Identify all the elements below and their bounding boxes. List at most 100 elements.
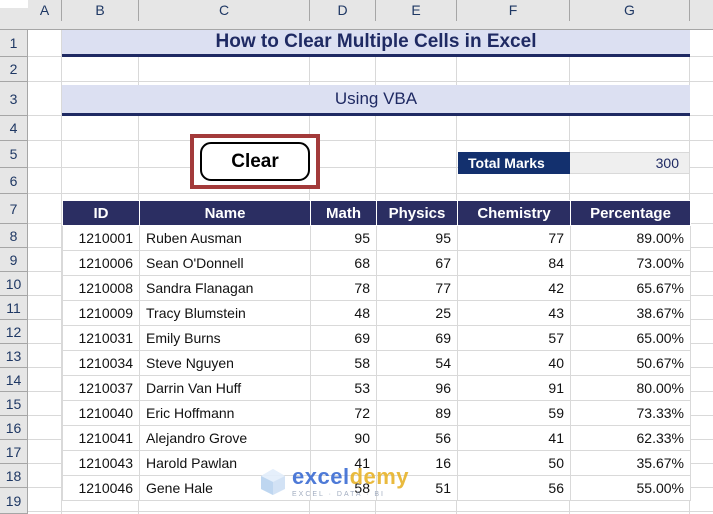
- cell-id[interactable]: 1210009: [62, 300, 140, 326]
- cell-name[interactable]: Tracy Blumstein: [139, 300, 311, 326]
- cell-physics[interactable]: 56: [376, 425, 458, 451]
- cell-name[interactable]: Alejandro Grove: [139, 425, 311, 451]
- cell-physics[interactable]: 54: [376, 350, 458, 376]
- cell-percentage[interactable]: 50.67%: [570, 350, 691, 376]
- row-header-18[interactable]: 18: [0, 464, 28, 488]
- column-header-id[interactable]: ID: [62, 200, 140, 226]
- cell-math[interactable]: 58: [310, 475, 377, 501]
- cell-physics[interactable]: 67: [376, 250, 458, 276]
- cell-name[interactable]: Steve Nguyen: [139, 350, 311, 376]
- row-header-2[interactable]: 2: [0, 57, 28, 82]
- cell-physics[interactable]: 77: [376, 275, 458, 301]
- cell-chemistry[interactable]: 40: [457, 350, 571, 376]
- cell-chemistry[interactable]: 56: [457, 475, 571, 501]
- table-row[interactable]: 1210009 Tracy Blumstein 48 25 43 38.67%: [62, 300, 691, 326]
- cell-name[interactable]: Emily Burns: [139, 325, 311, 351]
- cell-name[interactable]: Ruben Ausman: [139, 225, 311, 251]
- cell-physics[interactable]: 51: [376, 475, 458, 501]
- cell-physics[interactable]: 96: [376, 375, 458, 401]
- cell-math[interactable]: 95: [310, 225, 377, 251]
- cell-name[interactable]: Gene Hale: [139, 475, 311, 501]
- cell-id[interactable]: 1210006: [62, 250, 140, 276]
- row-header-11[interactable]: 11: [0, 296, 28, 320]
- cell-physics[interactable]: 95: [376, 225, 458, 251]
- table-row[interactable]: 1210046 Gene Hale 58 51 56 55.00%: [62, 475, 691, 501]
- cell-math[interactable]: 53: [310, 375, 377, 401]
- row-header-1[interactable]: 1: [0, 30, 28, 57]
- cell-name[interactable]: Darrin Van Huff: [139, 375, 311, 401]
- cell-math[interactable]: 72: [310, 400, 377, 426]
- row-header-15[interactable]: 15: [0, 392, 28, 416]
- cell-math[interactable]: 41: [310, 450, 377, 476]
- cell-id[interactable]: 1210043: [62, 450, 140, 476]
- cell-id[interactable]: 1210041: [62, 425, 140, 451]
- row-header-10[interactable]: 10: [0, 272, 28, 296]
- cell-math[interactable]: 90: [310, 425, 377, 451]
- table-row[interactable]: 1210034 Steve Nguyen 58 54 40 50.67%: [62, 350, 691, 376]
- cell-math[interactable]: 78: [310, 275, 377, 301]
- row-header-4[interactable]: 4: [0, 116, 28, 141]
- column-header-c[interactable]: C: [139, 0, 310, 21]
- cell-percentage[interactable]: 38.67%: [570, 300, 691, 326]
- column-header-b[interactable]: B: [62, 0, 139, 21]
- cell-id[interactable]: 1210008: [62, 275, 140, 301]
- cell-name[interactable]: Sandra Flanagan: [139, 275, 311, 301]
- cell-chemistry[interactable]: 43: [457, 300, 571, 326]
- cell-chemistry[interactable]: 42: [457, 275, 571, 301]
- row-header-8[interactable]: 8: [0, 224, 28, 248]
- cell-id[interactable]: 1210037: [62, 375, 140, 401]
- cell-percentage[interactable]: 73.00%: [570, 250, 691, 276]
- cell-math[interactable]: 48: [310, 300, 377, 326]
- cell-name[interactable]: Eric Hoffmann: [139, 400, 311, 426]
- column-header-g[interactable]: G: [570, 0, 690, 21]
- row-header-13[interactable]: 13: [0, 344, 28, 368]
- cell-chemistry[interactable]: 77: [457, 225, 571, 251]
- cell-chemistry[interactable]: 91: [457, 375, 571, 401]
- table-row[interactable]: 1210008 Sandra Flanagan 78 77 42 65.67%: [62, 275, 691, 301]
- column-header-percentage[interactable]: Percentage: [570, 200, 691, 226]
- clear-button[interactable]: Clear: [200, 142, 310, 181]
- row-header-7[interactable]: 7: [0, 194, 28, 224]
- row-header-17[interactable]: 17: [0, 440, 28, 464]
- row-header-3[interactable]: 3: [0, 82, 28, 116]
- cell-id[interactable]: 1210040: [62, 400, 140, 426]
- cell-physics[interactable]: 25: [376, 300, 458, 326]
- cell-percentage[interactable]: 55.00%: [570, 475, 691, 501]
- cell-chemistry[interactable]: 84: [457, 250, 571, 276]
- cell-id[interactable]: 1210001: [62, 225, 140, 251]
- column-header-f[interactable]: F: [457, 0, 570, 21]
- cell-percentage[interactable]: 35.67%: [570, 450, 691, 476]
- column-header-chemistry[interactable]: Chemistry: [457, 200, 571, 226]
- cell-percentage[interactable]: 65.00%: [570, 325, 691, 351]
- cell-percentage[interactable]: 62.33%: [570, 425, 691, 451]
- table-row[interactable]: 1210040 Eric Hoffmann 72 89 59 73.33%: [62, 400, 691, 426]
- cell-id[interactable]: 1210031: [62, 325, 140, 351]
- table-row[interactable]: 1210041 Alejandro Grove 90 56 41 62.33%: [62, 425, 691, 451]
- cell-name[interactable]: Sean O'Donnell: [139, 250, 311, 276]
- cell-physics[interactable]: 89: [376, 400, 458, 426]
- row-header-19[interactable]: 19: [0, 488, 28, 514]
- cell-percentage[interactable]: 80.00%: [570, 375, 691, 401]
- cell-chemistry[interactable]: 50: [457, 450, 571, 476]
- cell-percentage[interactable]: 65.67%: [570, 275, 691, 301]
- cell-percentage[interactable]: 73.33%: [570, 400, 691, 426]
- column-header-math[interactable]: Math: [310, 200, 377, 226]
- column-header-d[interactable]: D: [310, 0, 376, 21]
- cell-name[interactable]: Harold Pawlan: [139, 450, 311, 476]
- cell-physics[interactable]: 69: [376, 325, 458, 351]
- cell-physics[interactable]: 16: [376, 450, 458, 476]
- column-header-name[interactable]: Name: [139, 200, 311, 226]
- cell-math[interactable]: 68: [310, 250, 377, 276]
- row-header-16[interactable]: 16: [0, 416, 28, 440]
- row-header-6[interactable]: 6: [0, 168, 28, 194]
- cell-id[interactable]: 1210046: [62, 475, 140, 501]
- row-header-9[interactable]: 9: [0, 248, 28, 272]
- cell-chemistry[interactable]: 57: [457, 325, 571, 351]
- cell-percentage[interactable]: 89.00%: [570, 225, 691, 251]
- table-row[interactable]: 1210031 Emily Burns 69 69 57 65.00%: [62, 325, 691, 351]
- column-header-physics[interactable]: Physics: [376, 200, 458, 226]
- cell-chemistry[interactable]: 59: [457, 400, 571, 426]
- cell-chemistry[interactable]: 41: [457, 425, 571, 451]
- table-row[interactable]: 1210001 Ruben Ausman 95 95 77 89.00%: [62, 225, 691, 251]
- row-header-14[interactable]: 14: [0, 368, 28, 392]
